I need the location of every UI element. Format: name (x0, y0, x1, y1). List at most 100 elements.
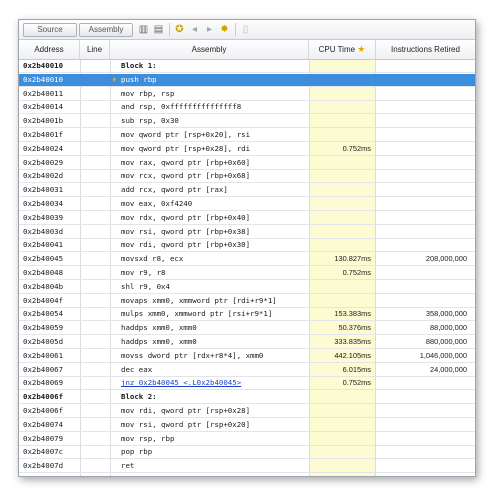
grid-view-icon[interactable]: ▤ (152, 23, 165, 36)
cpu-time-cell: 50.376ms (338, 323, 371, 333)
instructions-retired-cell: 1,046,000,000 (419, 350, 467, 360)
table-row[interactable]: 0x2b40059 haddps xmm0, xmm0 50.376ms 88,000… (19, 322, 475, 336)
table-row[interactable]: 0x2b40048 mov r9, r8 0.752ms (19, 267, 475, 280)
instructions-retired-cell: 358,000,000 (425, 309, 467, 319)
cpu-time-cell (309, 170, 375, 182)
cpu-time-cell (309, 446, 375, 458)
cpu-time-cell: 6.015ms (342, 364, 371, 374)
cpu-time-cell (309, 129, 375, 141)
instructions-retired-cell (376, 405, 475, 417)
cpu-time-cell (309, 101, 375, 113)
assembly-cell: haddps xmm0, xmm0 (121, 323, 197, 333)
instructions-retired-cell (376, 460, 475, 472)
table-row[interactable]: 0x2b40034 mov eax, 0xf4240 (19, 198, 475, 211)
column-instructions-retired[interactable]: Instructions Retired (376, 40, 475, 59)
max-hotspot-icon[interactable]: ✸ (218, 23, 231, 36)
assembly-cell: shl r9, 0x4 (121, 281, 170, 291)
table-row[interactable]: 0x2b4006f mov rdi, qword ptr [rsp+0x28] (19, 405, 475, 418)
cpu-time-cell: 153.383ms (334, 309, 371, 319)
previous-hotspot-icon[interactable]: ◂ (188, 23, 201, 36)
jump-target-link-text[interactable]: jnz 0x2b40045 <.L0x2b40045> (121, 378, 241, 387)
address-cell: 0x2b40031 (23, 185, 64, 195)
table-row[interactable]: 0x2b40029 mov rax, qword ptr [rbp+0x60] (19, 157, 475, 170)
assembly-button[interactable]: Assembly (79, 23, 133, 37)
next-hotspot-icon[interactable]: ▸ (203, 23, 216, 36)
table-row[interactable]: 0x2b4001b sub rsp, 0x30 (19, 115, 475, 129)
address-cell: 0x2b40014 (23, 102, 64, 112)
assembly-cell: mov rdx, qword ptr [rbp+0x40] (121, 212, 251, 222)
assembly-cell: pop rbp (121, 447, 153, 457)
table-row[interactable]: 0x2b4007c pop rbp (19, 446, 475, 460)
table-row[interactable]: 0x2b4004b shl r9, 0x4 (19, 281, 475, 294)
table-row[interactable]: 0x2b4007d ret (19, 460, 475, 474)
table-row[interactable]: 0x2b40010 ➧ push rbp (19, 73, 475, 87)
assembly-cell: mov eax, 0xf4240 (121, 199, 193, 208)
instructions-retired-cell: 24,000,000 (430, 364, 467, 374)
instructions-retired-cell (376, 446, 475, 458)
cpu-time-cell (309, 460, 375, 472)
table-row[interactable]: 0x2b40024 mov qword ptr [rsp+0x28], rdi 0.… (19, 143, 475, 156)
cpu-time-cell: 0.752ms (342, 268, 371, 277)
cpu-time-cell (309, 419, 375, 431)
jump-target-link[interactable]: jnz 0x2b40045 <.L0x2b40045> (121, 377, 311, 389)
table-row[interactable]: 0x2b40054 mulps xmm0, xmmword ptr [rsi+r9… (19, 308, 475, 322)
table-row[interactable]: 0x2b40011 mov rbp, rsp (19, 88, 475, 101)
instructions-retired-cell (376, 212, 475, 224)
table-row[interactable]: 0x2b40067 dec eax 6.015ms 24,000,000 (19, 364, 475, 377)
address-cell: 0x2b40024 (23, 143, 64, 153)
instructions-retired-cell (376, 129, 475, 141)
table-row[interactable]: 0x2b4002d mov rcx, qword ptr [rbp+0x68] (19, 170, 475, 184)
column-line[interactable]: Line (80, 40, 110, 59)
instructions-retired-cell (376, 198, 475, 210)
table-row[interactable]: 0x2b40061 movss dword ptr [rdx+r8*4], xmm… (19, 350, 475, 363)
toolbar: Source Assembly ▥ ▤ ✪ ◂ ▸ ✸ ▯ (19, 20, 475, 40)
instructions-retired-cell (376, 101, 475, 113)
table-row[interactable]: 0x2b40079 mov rsp, rbp (19, 433, 475, 446)
assembly-cell: mov rbp, rsp (121, 88, 175, 98)
instructions-retired-cell (376, 60, 475, 72)
assembly-cell: haddps xmm0, xmm0 (121, 337, 197, 346)
address-cell: 0x2b4002d (23, 171, 64, 181)
source-button[interactable]: Source (23, 23, 77, 37)
address-cell: 0x2b40074 (23, 419, 64, 429)
address-cell: 0x2b4005d (23, 337, 64, 346)
table-row[interactable]: 0x2b4003d mov rsi, qword ptr [rbp+0x38] (19, 226, 475, 239)
table-row[interactable]: 0x2b4005d haddps xmm0, xmm0 333.835ms 880,0… (19, 336, 475, 349)
hotspot-navigate-icon[interactable]: ✪ (173, 23, 186, 36)
column-assembly[interactable]: Assembly (110, 40, 309, 59)
cpu-time-cell: 0.752ms (342, 378, 371, 388)
split-view-icon[interactable]: ▥ (137, 23, 150, 36)
table-row[interactable]: 0x2b40010 Block 1: (19, 60, 475, 73)
address-cell: 0x2b40067 (23, 364, 64, 374)
table-row[interactable]: 0x2b40031 add rcx, qword ptr [rax] (19, 184, 475, 198)
table-row[interactable]: 0x2b40014 and rsp, 0xfffffffffffffff8 (19, 101, 475, 115)
table-row[interactable]: 0x2b4006f Block 2: (19, 391, 475, 405)
instructions-retired-cell (376, 377, 475, 389)
address-cell: 0x2b40039 (23, 212, 64, 222)
cpu-time-cell (309, 405, 375, 417)
instructions-retired-cell (376, 226, 475, 238)
table-row[interactable]: 0x2b4001f mov qword ptr [rsp+0x20], rsi (19, 129, 475, 142)
column-address[interactable]: Address (19, 40, 80, 59)
address-cell: 0x2b40045 (23, 254, 64, 264)
table-row[interactable]: 0x2b40045 movsxd r8, ecx 130.827ms 208,000,… (19, 253, 475, 267)
cpu-time-cell (309, 74, 375, 86)
table-row[interactable]: 0x2b40039 mov rdx, qword ptr [rbp+0x40] (19, 212, 475, 225)
address-cell: 0x2b40061 (23, 350, 64, 360)
cpu-time-cell (309, 212, 375, 224)
instructions-retired-cell: 208,000,000 (425, 254, 467, 264)
assembly-cell: mov r9, r8 (121, 268, 166, 277)
table-row[interactable]: 0x2b40074 mov rsi, qword ptr [rsp+0x20] (19, 419, 475, 432)
instructions-retired-cell (376, 419, 475, 431)
table-row[interactable]: 0x2b4004f movaps xmm0, xmmword ptr [rdi+r… (19, 295, 475, 308)
assembly-cell: mov rax, qword ptr [rbp+0x60] (121, 157, 251, 167)
instructions-retired-cell (376, 74, 475, 86)
column-cpu-time[interactable]: CPU Time ★ (309, 40, 376, 59)
assembly-cell: sub rsp, 0x30 (121, 116, 179, 126)
table-row[interactable]: 0x2b40041 mov rdi, qword ptr [rbp+0x30] (19, 239, 475, 253)
address-cell: 0x2b40034 (23, 199, 64, 208)
table-row[interactable]: 0x2b40069 jnz 0x2b40045 <.L0x2b40045> 0.75… (19, 377, 475, 391)
address-cell: 0x2b4001b (23, 116, 64, 126)
cpu-time-cell (309, 433, 375, 445)
cpu-time-cell (309, 198, 375, 210)
